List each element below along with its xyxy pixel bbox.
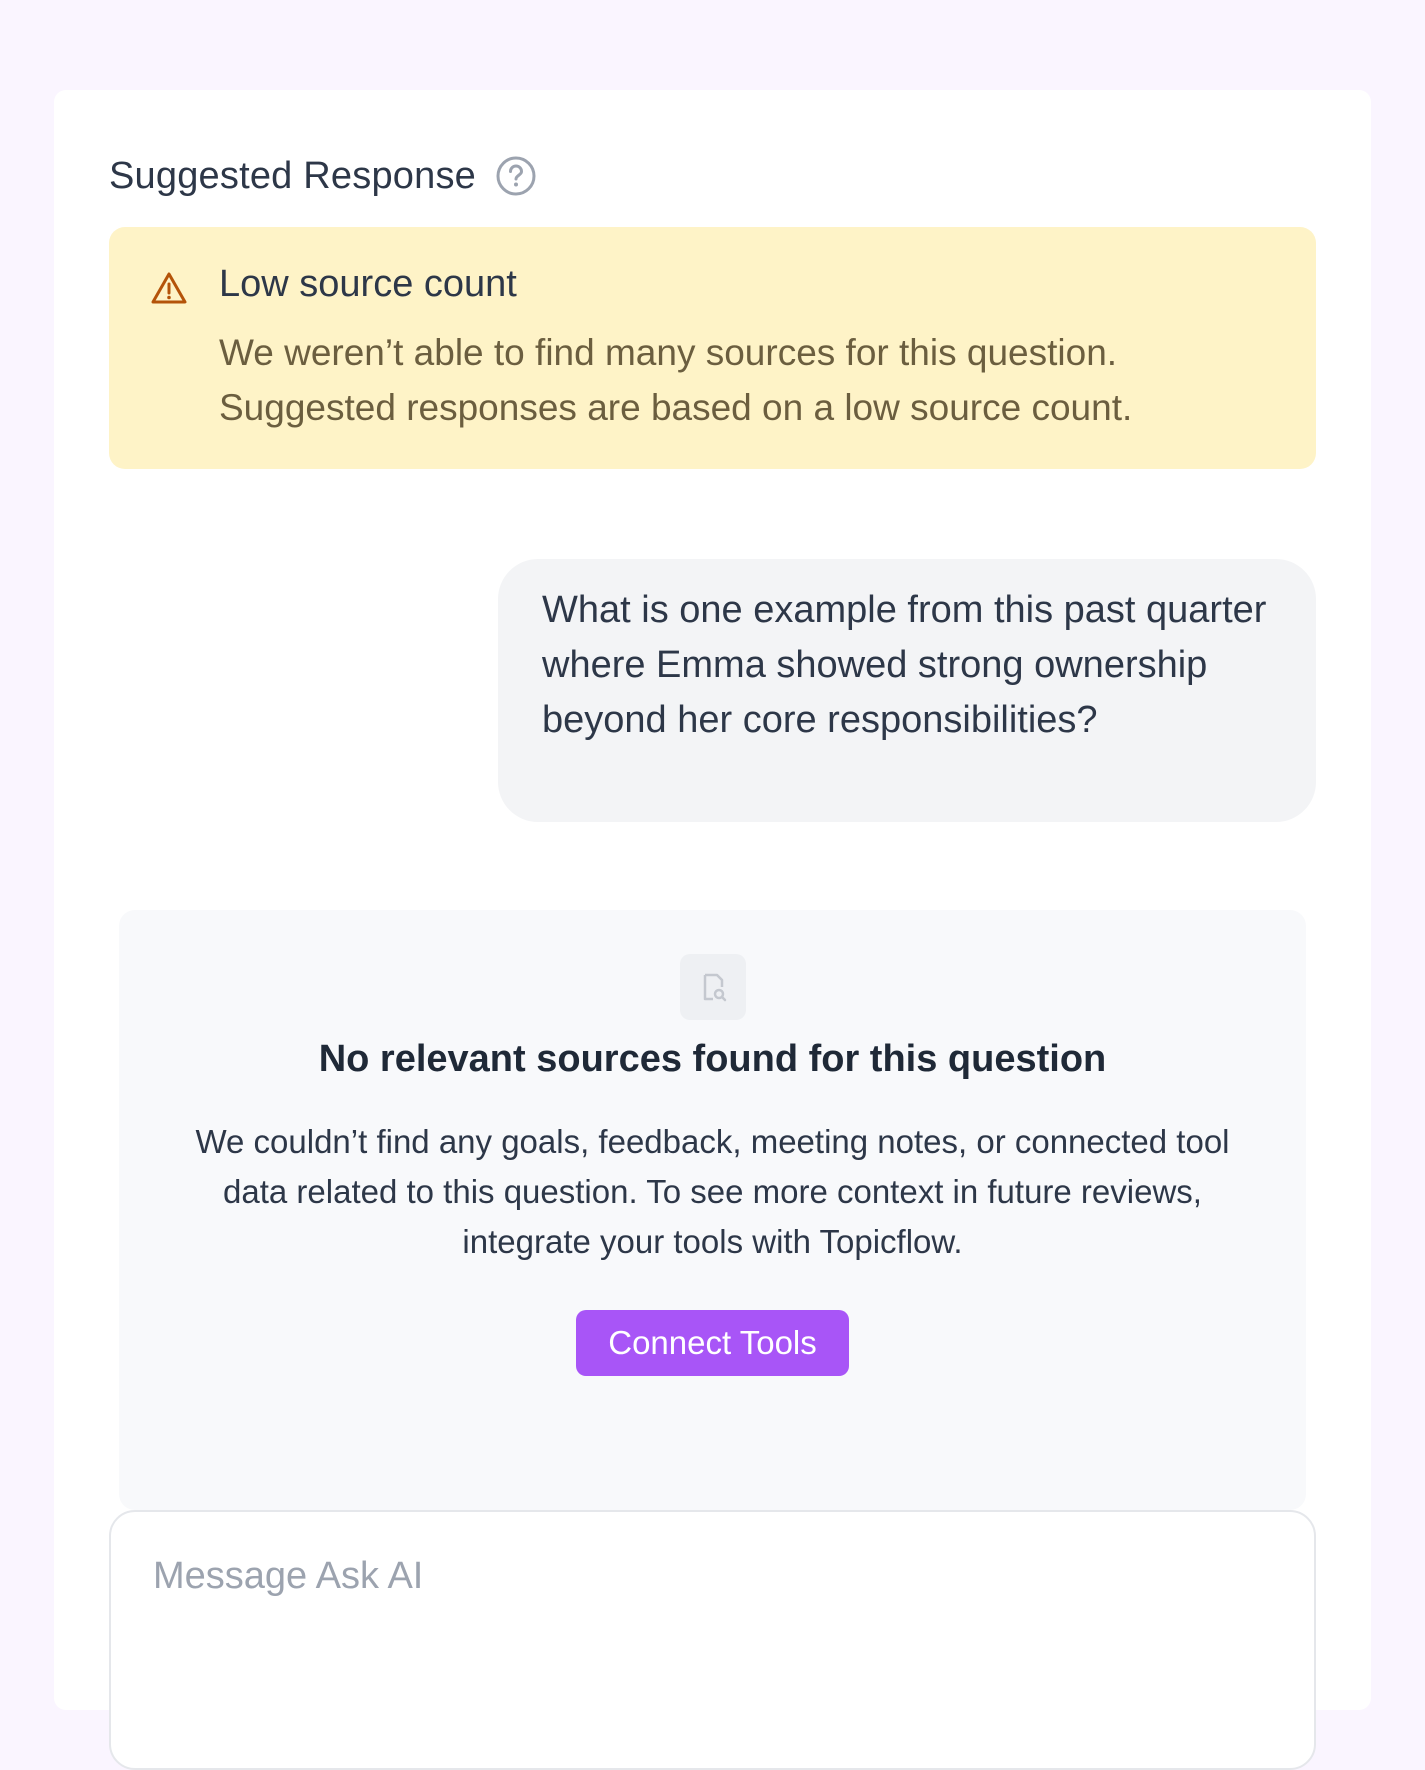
user-message-bubble: What is one example from this past quart… [498, 559, 1316, 822]
empty-state-title: No relevant sources found for this quest… [318, 1038, 1107, 1080]
document-search-icon [680, 954, 746, 1020]
message-composer[interactable] [109, 1510, 1316, 1770]
no-sources-card: No relevant sources found for this quest… [119, 910, 1306, 1510]
alert-message-line: Suggested responses are based on a low s… [219, 387, 1133, 428]
alert-message-line: We weren’t able to find many sources for… [219, 332, 1118, 373]
warning-triangle-icon [149, 269, 189, 309]
question-circle-icon[interactable] [494, 154, 538, 198]
panel-header: Suggested Response [109, 148, 538, 204]
empty-state-description: We couldn’t find any goals, feedback, me… [195, 1123, 1230, 1260]
message-input[interactable] [153, 1546, 1253, 1606]
alert-title: Low source count [219, 263, 517, 305]
low-source-alert: Low source count We weren’t able to find… [109, 227, 1316, 469]
suggested-response-panel: Suggested Response Low source count We w… [54, 90, 1371, 1770]
page-title: Suggested Response [109, 154, 476, 197]
alert-message: We weren’t able to find many sources for… [219, 325, 1279, 435]
connect-tools-button[interactable]: Connect Tools [576, 1310, 849, 1376]
